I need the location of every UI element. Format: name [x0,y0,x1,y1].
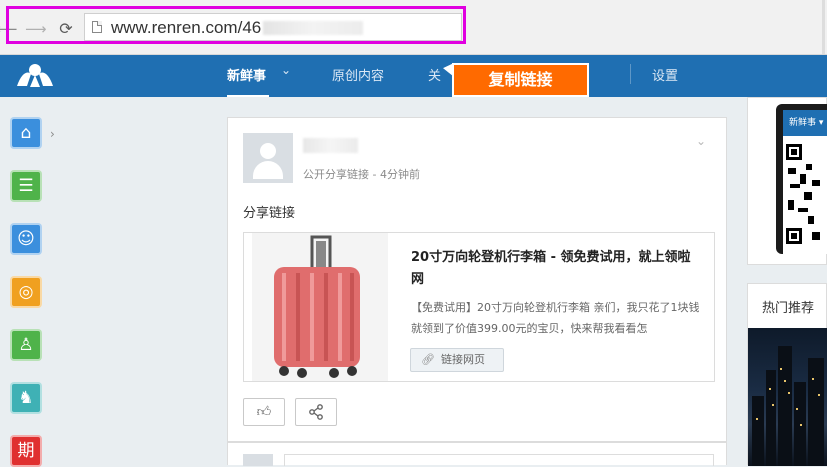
expand-arrow-icon[interactable]: › [50,127,55,141]
calendar-icon[interactable]: 期 [10,435,42,467]
chevron-down-icon[interactable]: ⌄ [281,63,291,77]
avatar[interactable] [243,133,293,183]
tab-news-feed[interactable]: 新鲜事 [227,65,266,84]
next-post-content [284,454,714,466]
hot-recommendations-panel: 热门推荐 [747,283,827,466]
friends-icon[interactable]: ♙ [10,329,42,361]
thumbs-up-icon: 👍︎ [256,404,272,420]
open-link-button[interactable]: 🔗︎ 链接网页 [410,348,504,372]
tab-follow[interactable]: 关 [428,65,441,84]
profile-card-icon[interactable]: ☰ [10,170,42,202]
open-link-label: 链接网页 [441,353,485,366]
luggage-thumbnail[interactable] [252,233,388,381]
share-button[interactable] [295,398,337,426]
redacted-username[interactable] [303,138,358,153]
mobile-app-promo[interactable]: 新鲜事 ▾ [747,97,827,265]
left-sidebar: ⌂ › ☰ ☺ ◎ ♙ ♞ 期 [0,97,70,467]
tab-settings[interactable]: 设置 [652,65,678,84]
copy-link-button[interactable]: 复制链接 [452,63,589,97]
renren-logo-icon[interactable] [13,60,57,90]
browser-toolbar: ⟵ ⟶ ⟳ www.renren.com/46 [0,0,827,55]
link-icon: 🔗︎ [421,353,435,366]
post-menu-chevron-icon[interactable]: ⌄ [696,134,706,148]
next-post-card [227,442,727,466]
url-highlight-box [6,6,466,44]
active-tab-indicator [227,95,269,97]
phone-mockup: 新鲜事 ▾ [776,104,827,254]
link-description: 【免费试用】20寸万向轮登机行李箱 亲们，我只花了1块钱就领到了价值399.00… [411,301,700,335]
city-night-image[interactable] [748,328,827,466]
link-title[interactable]: 20寸万向轮登机行李箱 - 领免费试用，就上领啦网 [411,247,701,291]
feed-post-card: 公开分享链接 - 4分钟前 ⌄ 分享链接 20寸万向轮登机行李箱 - 领免费试用… [227,117,727,442]
hot-recommendations-title: 热门推荐 [762,301,815,316]
phone-header-text: 新鲜事 ▾ [783,110,827,136]
tab-original-content[interactable]: 原创内容 [332,65,384,84]
post-text: 分享链接 [243,206,296,221]
game-icon[interactable]: ♞ [10,382,42,414]
qr-code-icon [786,144,826,244]
home-icon[interactable]: ⌂ [10,117,42,149]
window-edge [822,0,825,54]
site-header: 新鲜事 ⌄ 原创内容 关 设置 复制链接 [0,55,827,97]
apps-icon[interactable]: ◎ [10,276,42,308]
like-button[interactable]: 👍︎ [243,398,285,426]
post-meta: 公开分享链接 - 4分钟前 [303,168,420,181]
nav-divider [630,64,631,84]
share-icon [309,404,323,420]
avatar[interactable] [243,454,273,466]
person-icon[interactable]: ☺ [10,223,42,255]
shared-link-preview[interactable]: 20寸万向轮登机行李箱 - 领免费试用，就上领啦网 【免费试用】20寸万向轮登机… [243,232,715,382]
